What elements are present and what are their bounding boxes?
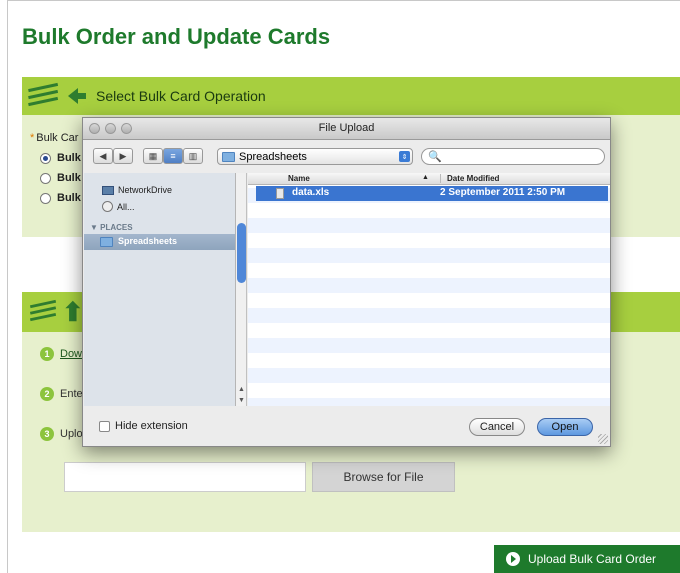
dialog-sidebar: NetworkDrive All... ▼ PLACES Spreadsheet… xyxy=(84,173,236,406)
dialog-title: File Upload xyxy=(318,122,375,134)
sort-ascending-icon: ▲ xyxy=(422,174,429,181)
search-field[interactable]: 🔍 xyxy=(421,148,605,165)
location-label: Spreadsheets xyxy=(239,150,307,163)
dialog-toolbar: ◀ ▶ ▦ ≡ ▥ Spreadsheets ⇕ 🔍 xyxy=(83,140,610,170)
back-button[interactable]: ◀ xyxy=(93,148,113,164)
radio-button-selected[interactable] xyxy=(40,152,51,164)
hide-extension-checkbox[interactable] xyxy=(99,420,110,432)
file-path-input[interactable] xyxy=(64,462,306,492)
icon-view-button[interactable]: ▦ xyxy=(143,148,163,164)
step-3: 3 Uplo xyxy=(40,427,83,441)
file-list-header: Name ▲ Date Modified xyxy=(248,173,610,185)
file-name: data.xls xyxy=(292,187,330,198)
open-button[interactable]: Open xyxy=(537,418,593,436)
download-template-link[interactable]: Dow xyxy=(60,348,82,360)
step-1: 1 Dow xyxy=(40,347,82,361)
popup-arrows-icon: ⇕ xyxy=(399,151,410,162)
page-title: Bulk Order and Update Cards xyxy=(22,24,331,49)
spreadsheet-file-icon xyxy=(276,188,284,199)
sidebar-scrollbar[interactable] xyxy=(236,173,247,406)
radio-option-1[interactable]: Bulk xyxy=(40,152,81,164)
location-popup[interactable]: Spreadsheets ⇕ xyxy=(217,148,413,165)
column-header-date[interactable]: Date Modified xyxy=(440,174,499,183)
step-2: 2 Ente xyxy=(40,387,83,401)
file-date: 2 September 2011 2:50 PM xyxy=(440,187,566,198)
browse-for-file-button[interactable]: Browse for File xyxy=(312,462,455,492)
scrollbar-thumb[interactable] xyxy=(237,223,246,283)
folder-icon xyxy=(222,151,235,162)
radio-option-2[interactable]: Bulk xyxy=(40,172,81,184)
hide-extension-label: Hide extension xyxy=(115,420,188,432)
resize-grip-icon[interactable] xyxy=(598,434,608,444)
bulk-card-field-label: * Bulk Car xyxy=(30,132,78,144)
section-arrow-icon xyxy=(28,82,86,107)
cancel-button[interactable]: Cancel xyxy=(469,418,525,436)
sidebar-item-networkdrive[interactable]: NetworkDrive xyxy=(102,185,172,195)
step-text: Ente xyxy=(60,388,83,400)
section-up-arrow-icon xyxy=(29,299,81,322)
play-icon xyxy=(506,552,520,566)
sidebar-item-label: Spreadsheets xyxy=(118,236,178,246)
radio-option-label: Bulk xyxy=(57,172,81,184)
radio-option-label: Bulk xyxy=(57,192,81,204)
sidebar-item-label: All... xyxy=(117,201,135,212)
step-text: Uplo xyxy=(60,428,83,440)
file-list: Name ▲ Date Modified data.xls 2 Septembe… xyxy=(248,173,610,406)
folder-icon xyxy=(100,237,113,247)
sidebar-item-spreadsheets[interactable]: Spreadsheets xyxy=(84,234,235,250)
required-mark: * xyxy=(30,132,35,144)
monitor-icon xyxy=(102,185,114,195)
step-number: 3 xyxy=(40,427,54,441)
radio-option-label: Bulk xyxy=(57,152,81,164)
upload-bulk-card-order-button[interactable]: Upload Bulk Card Order xyxy=(494,545,680,573)
section-header-select-operation: Select Bulk Card Operation xyxy=(22,77,680,115)
step-number: 2 xyxy=(40,387,54,401)
radio-option-3[interactable]: Bulk xyxy=(40,192,81,204)
dialog-footer: Hide extension Cancel Open xyxy=(83,408,610,446)
sidebar-item-label: NetworkDrive xyxy=(118,185,173,195)
radio-button[interactable] xyxy=(40,192,51,204)
column-header-name[interactable]: Name xyxy=(288,174,310,183)
globe-icon xyxy=(102,201,113,212)
dialog-titlebar[interactable]: File Upload xyxy=(83,118,610,140)
file-upload-dialog: File Upload ◀ ▶ ▦ ≡ ▥ Spreadsheets ⇕ 🔍 N… xyxy=(82,117,611,447)
file-row-selected[interactable]: data.xls 2 September 2011 2:50 PM xyxy=(256,186,608,201)
radio-button[interactable] xyxy=(40,172,51,184)
list-view-button[interactable]: ≡ xyxy=(163,148,183,164)
scroll-arrows[interactable]: ▲ ▼ xyxy=(236,384,247,406)
sidebar-item-all[interactable]: All... xyxy=(102,201,135,212)
upload-button-label: Upload Bulk Card Order xyxy=(528,552,657,566)
search-icon: 🔍 xyxy=(428,151,442,163)
hide-extension-checkbox-row[interactable]: Hide extension xyxy=(99,420,188,432)
places-heading: ▼ PLACES xyxy=(90,223,133,232)
column-view-button[interactable]: ▥ xyxy=(183,148,203,164)
bulk-card-label-text: Bulk Car xyxy=(36,132,79,144)
step-number: 1 xyxy=(40,347,54,361)
forward-button[interactable]: ▶ xyxy=(113,148,133,164)
section-label: Select Bulk Card Operation xyxy=(96,88,266,104)
